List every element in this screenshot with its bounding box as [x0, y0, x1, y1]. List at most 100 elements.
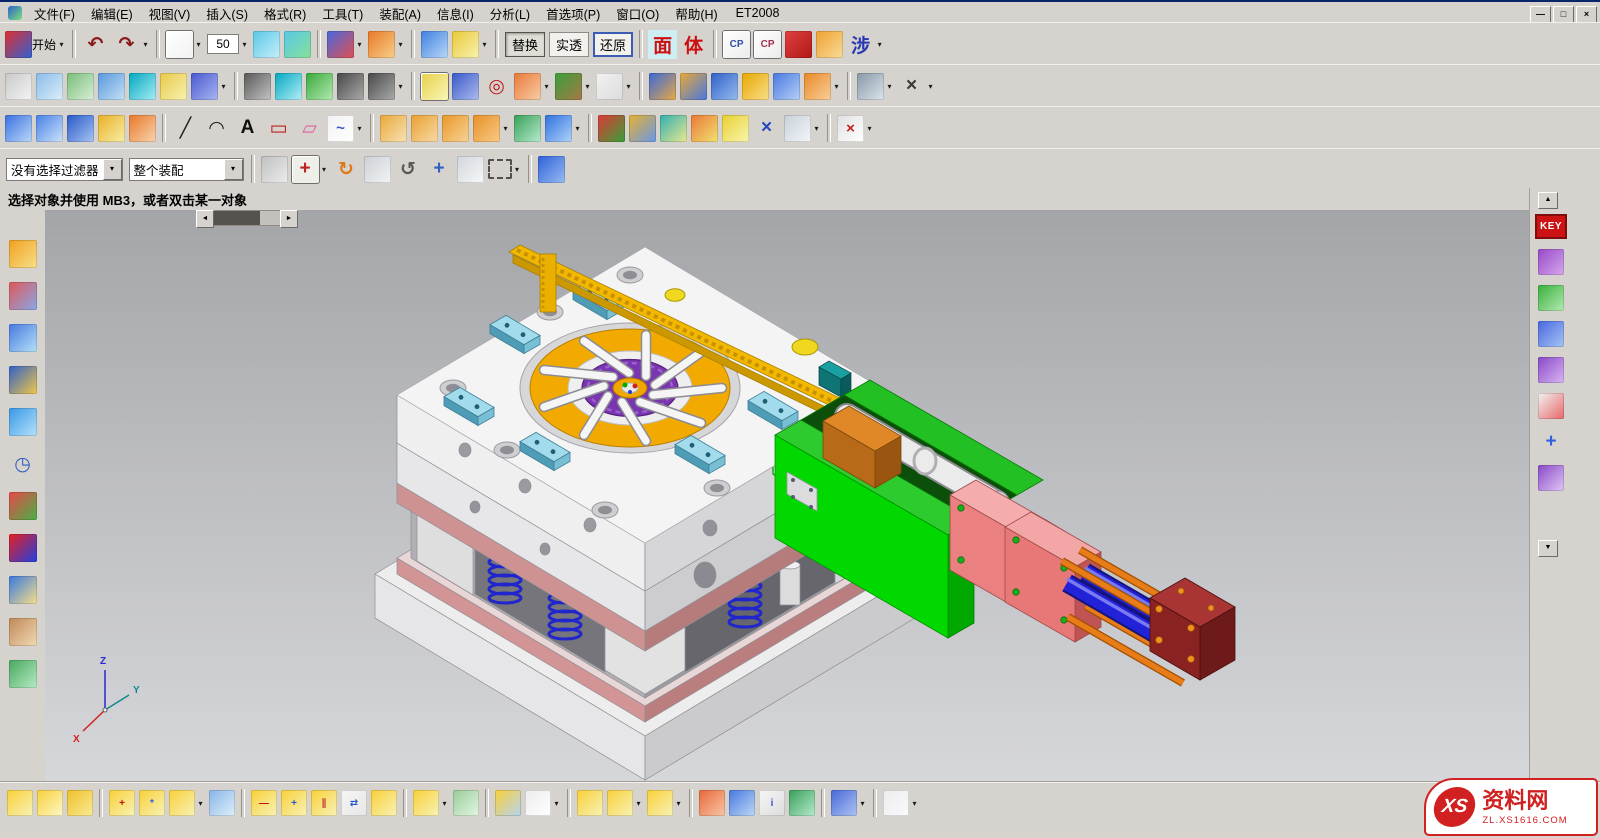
wcs-orient-tool-dropdown[interactable]: ▾: [396, 40, 405, 49]
assembly-constraints-tool[interactable]: ∥: [310, 789, 338, 817]
spectrum-tool[interactable]: [9, 534, 37, 562]
selection-filter-dropdown[interactable]: ▾: [103, 159, 122, 180]
wcs-dynamics-tool[interactable]: ▾: [326, 30, 365, 59]
component-info-tool[interactable]: i: [758, 789, 786, 817]
translucent-button[interactable]: 实透: [548, 31, 590, 58]
key-tool[interactable]: KEY: [1535, 214, 1567, 239]
delete-curve-tool[interactable]: ×: [752, 114, 781, 143]
start-button-dropdown[interactable]: ▾: [57, 40, 66, 49]
snap-point-tool-dropdown[interactable]: ▾: [320, 165, 329, 174]
arrangements-tool[interactable]: ▾: [606, 789, 644, 817]
ball-joint-tool[interactable]: [1535, 465, 1567, 491]
curve-tool-b-dropdown[interactable]: ▾: [396, 82, 405, 91]
datum-axis-tool[interactable]: [97, 72, 126, 101]
circle-tool[interactable]: ◎: [482, 72, 511, 101]
arc-curve-tool[interactable]: ◠: [202, 114, 231, 143]
wcs-orient-tool[interactable]: ▾: [367, 30, 406, 59]
edit-curve-tool-4[interactable]: ▾: [472, 114, 511, 143]
body-button[interactable]: 体: [679, 30, 708, 59]
datum-plane-tool[interactable]: [66, 72, 95, 101]
shaded-view-tool[interactable]: [537, 155, 566, 184]
flange-surface-tool[interactable]: [128, 114, 157, 143]
cone-tool[interactable]: [772, 72, 801, 101]
boolean-box-tool[interactable]: ▾: [595, 72, 634, 101]
snap-target-tool[interactable]: +: [425, 155, 454, 184]
minimize-button[interactable]: —: [1530, 6, 1551, 23]
plane-grid-tool[interactable]: ▾: [190, 72, 229, 101]
scrollbar-track[interactable]: [214, 210, 280, 226]
sphere-cluster-tool[interactable]: [1535, 321, 1567, 347]
exploded-views-tool[interactable]: ▾: [412, 789, 450, 817]
plane-grid-tool-dropdown[interactable]: ▾: [219, 82, 228, 91]
polyline-curve-tool[interactable]: ~▾: [326, 114, 365, 143]
open-component-tool[interactable]: [36, 789, 64, 817]
isolate-component-tool-dropdown[interactable]: ▾: [858, 799, 867, 808]
wade-button[interactable]: 涉▾: [846, 30, 885, 59]
wade-button-dropdown[interactable]: ▾: [875, 40, 884, 49]
clearance-analysis-tool-dropdown[interactable]: ▾: [674, 799, 683, 808]
suppress-feature-tool[interactable]: ×▾: [836, 114, 875, 143]
delete-body-tool[interactable]: ×▾: [897, 72, 936, 101]
snap-point-tool[interactable]: +▾: [291, 155, 330, 184]
redo-button[interactable]: ↷▾: [112, 30, 151, 59]
pan-rotate-tool[interactable]: ↺: [394, 155, 423, 184]
process-studio-tool[interactable]: [9, 576, 37, 604]
gold-surface-tool[interactable]: [97, 114, 126, 143]
component-folder-tool[interactable]: [66, 789, 94, 817]
draft-face-tool[interactable]: [721, 114, 750, 143]
assembly-sequence-tool[interactable]: [452, 789, 480, 817]
web-browser-tool[interactable]: [9, 408, 37, 436]
edit-curve-tool-1[interactable]: [379, 114, 408, 143]
sketch-tool[interactable]: [4, 72, 33, 101]
add-component-tool[interactable]: +: [108, 789, 136, 817]
reference-sets-tool[interactable]: [576, 789, 604, 817]
interpart-expression-tool[interactable]: ▾: [524, 789, 562, 817]
unite-tool-dropdown[interactable]: ▾: [583, 82, 592, 91]
arrangements-tool-dropdown[interactable]: ▾: [634, 799, 643, 808]
selection-scope-combo[interactable]: 整个装配 ▾: [129, 158, 244, 181]
pattern-component-tool-dropdown[interactable]: ▾: [196, 799, 205, 808]
work-layer-field[interactable]: 50▾: [206, 33, 250, 55]
wave-geometry-linker-tool[interactable]: [494, 789, 522, 817]
history-tool[interactable]: ◷: [9, 450, 37, 478]
move-face-tool[interactable]: [597, 114, 626, 143]
palette-tool[interactable]: [9, 492, 37, 520]
link-curve-tool[interactable]: [420, 72, 449, 101]
marquee-select-tool-dropdown[interactable]: ▾: [513, 165, 522, 174]
system-scene-tool[interactable]: [9, 660, 37, 688]
helix-tool[interactable]: [243, 72, 272, 101]
roles-tool[interactable]: [9, 618, 37, 646]
move-component-tool[interactable]: +: [280, 789, 308, 817]
extrude-tool[interactable]: [648, 72, 677, 101]
pane-scrollbar[interactable]: ◄ ►: [196, 210, 298, 226]
find-component-tool[interactable]: [6, 789, 34, 817]
datum-cross-tool[interactable]: +: [1535, 429, 1567, 455]
cylinder-tool[interactable]: [741, 72, 770, 101]
close-button[interactable]: ×: [1576, 6, 1597, 23]
curve-tool-a[interactable]: [336, 72, 365, 101]
isolate-component-tool[interactable]: ▾: [830, 789, 868, 817]
wcs-dynamics-tool-dropdown[interactable]: ▾: [355, 40, 364, 49]
replace-button[interactable]: 替换: [504, 31, 546, 58]
part-navigator-tool[interactable]: [9, 324, 37, 352]
weight-management-tool[interactable]: [728, 789, 756, 817]
copy-body-tool[interactable]: CP: [753, 30, 782, 59]
suppress-component-tool[interactable]: —: [250, 789, 278, 817]
cylinder-stack-tool[interactable]: [1535, 285, 1567, 311]
intersection-curve-tool-dropdown[interactable]: ▾: [573, 124, 582, 133]
revolve-tool[interactable]: [679, 72, 708, 101]
curve-s-tool[interactable]: [128, 72, 157, 101]
undo-button[interactable]: ↶: [81, 30, 110, 59]
curve-tool-b[interactable]: ▾: [367, 72, 406, 101]
trim-body-tool[interactable]: ▾: [856, 72, 895, 101]
green-spline-tool[interactable]: [305, 72, 334, 101]
spreadsheet-tool[interactable]: [788, 789, 816, 817]
boolean-box-tool-dropdown[interactable]: ▾: [624, 82, 633, 91]
sphere-tool-dropdown[interactable]: ▾: [832, 82, 841, 91]
edit-curve-tool-4-dropdown[interactable]: ▾: [501, 124, 510, 133]
interference-check-tool[interactable]: [698, 789, 726, 817]
pattern-face-tool[interactable]: ▾: [783, 114, 822, 143]
scroll-down-button[interactable]: ▼: [1538, 540, 1558, 557]
object-color-swatch-dropdown[interactable]: ▾: [194, 40, 203, 49]
copy-face-tool[interactable]: CP: [722, 30, 751, 59]
